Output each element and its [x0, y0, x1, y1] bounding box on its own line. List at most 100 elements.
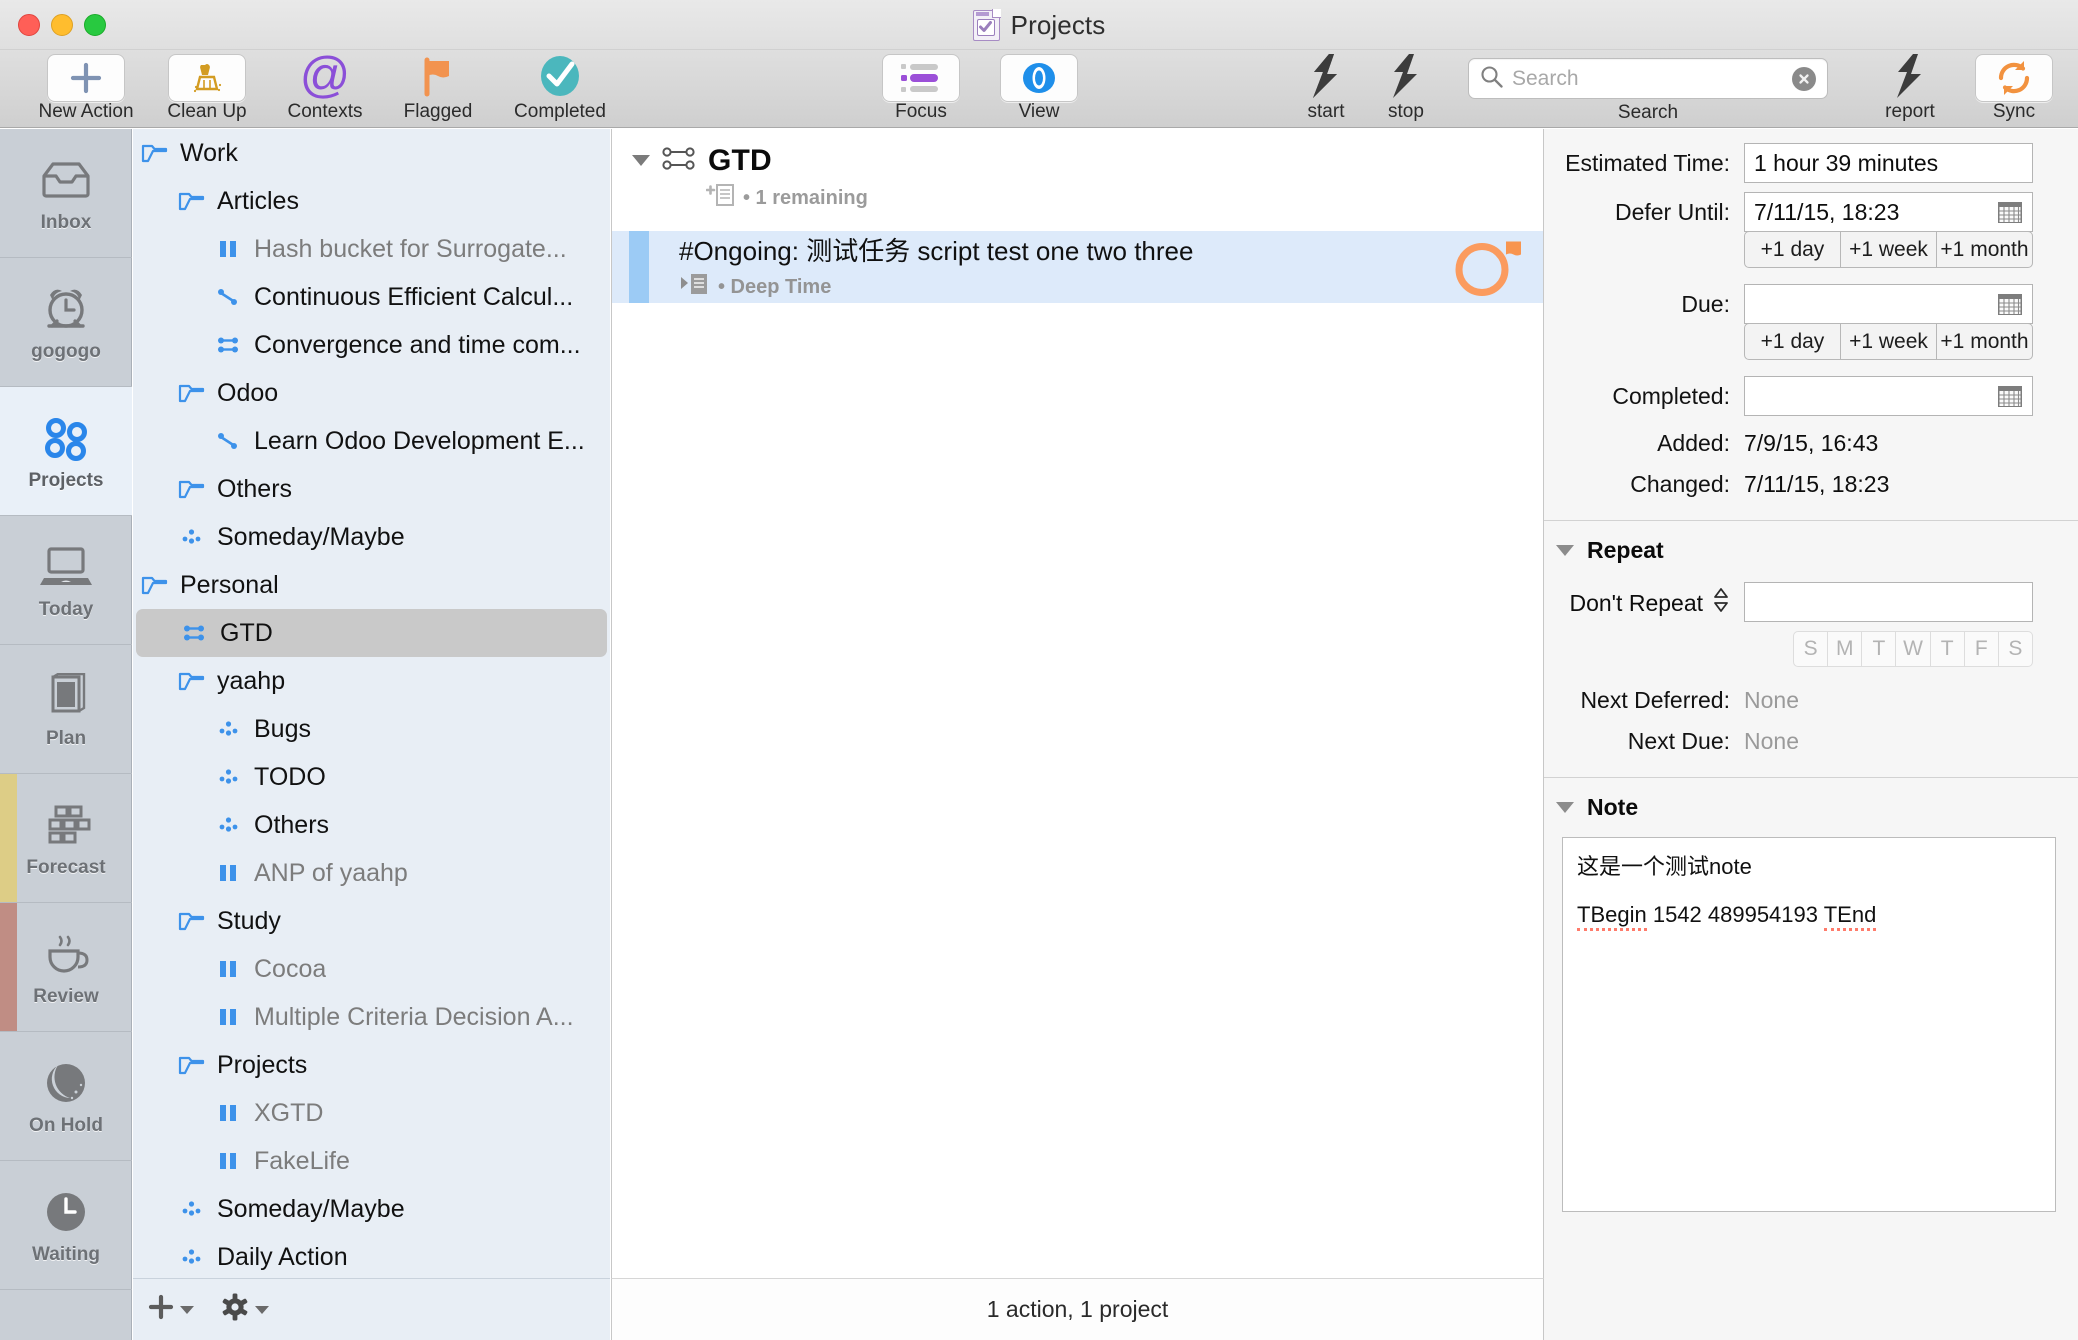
disclosure-triangle-down-icon[interactable] — [1556, 802, 1574, 813]
tree-row[interactable]: Bugs — [133, 705, 610, 753]
tree-row[interactable]: Cocoa — [133, 945, 610, 993]
task-row[interactable]: #Ongoing: 测试任务 script test one two three… — [612, 231, 1543, 303]
toolbar-flagged[interactable]: Flagged — [388, 54, 488, 126]
sidebar-item-review[interactable]: Review — [0, 903, 132, 1032]
add-project-button[interactable] — [147, 1293, 194, 1326]
repeat-mode-popup[interactable]: Don't Repeat — [1569, 587, 1730, 619]
sidebar-item-gogogo[interactable]: gogogo — [0, 258, 132, 387]
repeat-section-header[interactable]: Repeat — [1544, 521, 2078, 564]
toolbar-report[interactable]: report — [1860, 53, 1960, 126]
tree-row[interactable]: Articles — [133, 177, 610, 225]
tree-row[interactable]: XGTD — [133, 1089, 610, 1137]
alarm-clock-icon — [37, 282, 95, 336]
toolbar-focus[interactable]: Focus — [866, 54, 976, 126]
sidebar-item-plan[interactable]: Plan — [0, 645, 132, 774]
tree-row[interactable]: GTD — [136, 609, 607, 657]
repeat-weekday-button[interactable]: S — [1793, 631, 1829, 667]
estimated-time-field[interactable]: 1 hour 39 minutes — [1744, 143, 2033, 183]
clear-x-icon[interactable] — [1792, 66, 1816, 91]
repeat-weekday-button[interactable]: T — [1930, 631, 1965, 667]
tree-row[interactable]: Study — [133, 897, 610, 945]
note-section-header[interactable]: Note — [1544, 778, 2078, 821]
search-input[interactable] — [1512, 66, 1783, 91]
tree-row-label: Daily Action — [217, 1242, 348, 1271]
due-field[interactable] — [1744, 284, 2033, 324]
check-circle-icon — [535, 51, 585, 106]
sidebar-item-waiting[interactable]: Waiting — [0, 1161, 132, 1290]
repeat-weekday-button[interactable]: F — [1964, 631, 1999, 667]
add-note-icon[interactable] — [705, 182, 736, 214]
tree-row[interactable]: Work — [133, 129, 610, 177]
defer-plus-1-week[interactable]: +1 week — [1841, 231, 1937, 268]
toolbar-sync[interactable]: Sync — [1964, 54, 2064, 126]
completed-field[interactable] — [1744, 376, 2033, 416]
repeat-weekday-button[interactable]: M — [1828, 631, 1863, 667]
note-textarea[interactable]: 这是一个测试note TBegin 1542 489954193 TEnd — [1562, 837, 2056, 1212]
calendar-icon[interactable] — [1997, 293, 2023, 316]
tree-row[interactable]: Others — [133, 465, 610, 513]
tree-row[interactable]: Projects — [133, 1041, 610, 1089]
repeat-weekday-button[interactable]: T — [1862, 631, 1897, 667]
tree-row[interactable]: Others — [133, 801, 610, 849]
tree-row[interactable]: Multiple Criteria Decision A... — [133, 993, 610, 1041]
defer-until-label: Defer Until: — [1614, 199, 1730, 225]
repeat-weekday-button[interactable]: S — [1998, 631, 2033, 667]
toolbar-new-action[interactable]: New Action — [22, 54, 150, 126]
toolbar-clean-up[interactable]: Clean Up — [152, 54, 262, 126]
disclosure-triangle-down-icon[interactable] — [632, 155, 650, 166]
toolbar-new-action-label: New Action — [38, 101, 134, 122]
toolbar-contexts[interactable]: @ Contexts — [264, 47, 386, 126]
folder-icon — [178, 1053, 206, 1077]
repeat-weekday-button[interactable]: W — [1896, 631, 1931, 667]
due-plus-1-week[interactable]: +1 week — [1841, 323, 1937, 360]
note-section-title: Note — [1587, 794, 1639, 820]
defer-plus-1-month[interactable]: +1 month — [1937, 231, 2033, 268]
sidebar-item-on-hold-label: On Hold — [29, 1114, 103, 1136]
note-line-2: TBegin 1542 489954193 TEnd — [1577, 898, 2041, 932]
tree-row-label: Someday/Maybe — [217, 522, 405, 551]
parallel-project-icon — [215, 334, 243, 356]
tree-row[interactable]: Someday/Maybe — [133, 513, 610, 561]
calendar-icon[interactable] — [1997, 385, 2023, 408]
tree-row-label: Multiple Criteria Decision A... — [254, 1002, 574, 1031]
tree-row[interactable]: ANP of yaahp — [133, 849, 610, 897]
tree-row[interactable]: Personal — [133, 561, 610, 609]
sidebar-item-today[interactable]: Today — [0, 516, 132, 645]
sidebar-item-forecast[interactable]: Forecast — [0, 774, 132, 903]
due-plus-1-month[interactable]: +1 month — [1937, 323, 2033, 360]
note-disclosure-icon[interactable] — [679, 271, 711, 303]
sidebar-item-on-hold[interactable]: On Hold — [0, 1032, 132, 1161]
tree-row[interactable]: Convergence and time com... — [133, 321, 610, 369]
sidebar-item-inbox[interactable]: Inbox — [0, 129, 132, 258]
tree-row[interactable]: Odoo — [133, 369, 610, 417]
due-plus-1-day[interactable]: +1 day — [1744, 323, 1841, 360]
calendar-icon[interactable] — [1997, 201, 2023, 224]
plus-icon — [47, 54, 125, 102]
tree-row[interactable]: yaahp — [133, 657, 610, 705]
review-color-strip — [0, 903, 17, 1031]
disclosure-triangle-down-icon[interactable] — [1556, 545, 1574, 556]
toolbar-start[interactable]: start — [1286, 52, 1366, 126]
sidebar-item-projects[interactable]: Projects — [0, 387, 132, 516]
tree-row[interactable]: Daily Action — [133, 1233, 610, 1278]
toolbar-stop[interactable]: stop — [1366, 53, 1446, 126]
defer-plus-1-day[interactable]: +1 day — [1744, 231, 1841, 268]
gear-icon — [220, 1292, 250, 1327]
tree-row[interactable]: TODO — [133, 753, 610, 801]
tree-row[interactable]: Learn Odoo Development E... — [133, 417, 610, 465]
at-sign-icon: @ — [297, 47, 353, 109]
toolbar-view[interactable]: View — [984, 54, 1094, 126]
defer-until-field[interactable]: 7/11/15, 18:23 — [1744, 192, 2033, 232]
tree-row[interactable]: Hash bucket for Surrogate... — [133, 225, 610, 273]
tree-row[interactable]: Someday/Maybe — [133, 1185, 610, 1233]
search-field[interactable] — [1468, 58, 1828, 99]
completed-row: Completed: — [1544, 376, 2078, 416]
toolbar-completed[interactable]: Completed — [490, 54, 630, 126]
script-bolt-icon — [1303, 52, 1349, 105]
repeat-interval-field[interactable] — [1744, 582, 2033, 622]
tree-row[interactable]: FakeLife — [133, 1137, 610, 1185]
tree-row-label: Articles — [217, 186, 299, 215]
tree-row[interactable]: Continuous Efficient Calcul... — [133, 273, 610, 321]
project-tree[interactable]: Work Articles Hash bucket for Surrogate...… — [133, 129, 610, 1278]
tree-settings-button[interactable] — [220, 1292, 269, 1327]
